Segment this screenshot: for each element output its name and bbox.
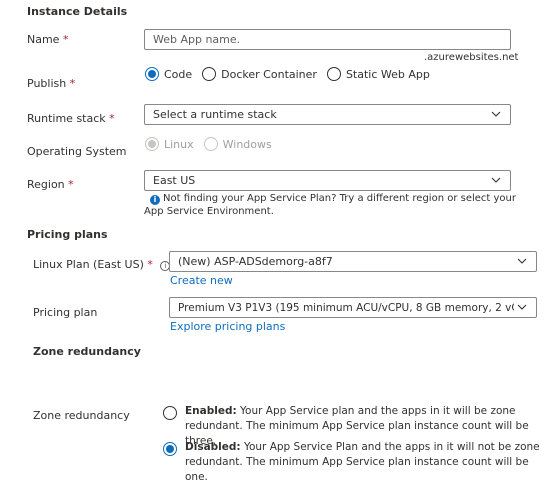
- pricing-plans-heading: Pricing plans: [27, 228, 108, 241]
- os-radio-group: Linux Windows: [145, 137, 272, 151]
- radio-icon: [163, 406, 177, 420]
- radio-icon: [203, 137, 218, 151]
- publish-option-static-web-app[interactable]: Static Web App: [326, 67, 430, 81]
- chevron-down-icon: [491, 111, 501, 117]
- runtime-stack-label: Runtime stack *: [27, 112, 115, 125]
- required-marker: *: [109, 112, 115, 125]
- web-app-name-placeholder: Web App name.: [153, 33, 241, 46]
- chevron-down-icon: [517, 258, 527, 264]
- region-value: East US: [153, 174, 196, 187]
- runtime-stack-placeholder: Select a runtime stack: [153, 108, 277, 121]
- linux-plan-dropdown[interactable]: (New) ASP-ADSdemorg-a8f7: [169, 251, 537, 272]
- publish-option-code[interactable]: Code: [145, 67, 192, 81]
- required-marker: *: [147, 258, 153, 271]
- pricing-plan-label: Pricing plan: [33, 306, 98, 319]
- os-option-windows[interactable]: Windows: [203, 137, 272, 151]
- explore-pricing-plans-link[interactable]: Explore pricing plans: [170, 320, 285, 333]
- radio-selected-icon: [145, 67, 159, 81]
- zone-option-disabled[interactable]: Disabled: Your App Service Plan and the …: [163, 440, 548, 485]
- region-info-message: i Not finding your App Service Plan? Try …: [150, 192, 516, 205]
- name-label: Name *: [27, 33, 69, 46]
- region-info-message-continued: App Service Environment.: [144, 206, 274, 217]
- os-option-linux[interactable]: Linux: [145, 137, 194, 151]
- radio-selected-icon: [163, 442, 177, 456]
- radio-selected-icon: [145, 137, 159, 151]
- required-marker: *: [68, 178, 74, 191]
- zone-redundancy-heading: Zone redundancy: [33, 345, 141, 358]
- instance-details-heading: Instance Details: [27, 5, 128, 18]
- radio-icon: [326, 67, 341, 81]
- required-marker: *: [69, 77, 76, 90]
- zone-option-disabled-text: Disabled: Your App Service Plan and the …: [185, 441, 540, 483]
- domain-suffix: .azurewebsites.net: [424, 52, 519, 63]
- chevron-down-icon: [491, 177, 501, 183]
- region-dropdown[interactable]: East US: [144, 170, 511, 191]
- required-marker: *: [62, 33, 69, 46]
- publish-option-docker[interactable]: Docker Container: [202, 67, 317, 81]
- publish-label: Publish *: [27, 77, 76, 90]
- linux-plan-label: Linux Plan (East US) * i: [33, 258, 171, 271]
- pricing-plan-dropdown[interactable]: Premium V3 P1V3 (195 minimum ACU/vCPU, 8…: [169, 297, 537, 318]
- operating-system-label: Operating System: [27, 145, 127, 158]
- radio-icon: [202, 67, 217, 81]
- zone-redundancy-label: Zone redundancy: [33, 409, 130, 422]
- info-icon: i: [150, 194, 160, 205]
- runtime-stack-dropdown[interactable]: Select a runtime stack: [144, 104, 511, 125]
- create-new-link[interactable]: Create new: [170, 274, 233, 287]
- linux-plan-value: (New) ASP-ADSdemorg-a8f7: [178, 255, 333, 268]
- region-label: Region *: [27, 178, 74, 191]
- publish-radio-group: Code Docker Container Static Web App: [145, 67, 430, 81]
- chevron-down-icon: [517, 304, 527, 310]
- web-app-name-input[interactable]: Web App name.: [144, 29, 511, 50]
- pricing-plan-value: Premium V3 P1V3 (195 minimum ACU/vCPU, 8…: [178, 301, 514, 314]
